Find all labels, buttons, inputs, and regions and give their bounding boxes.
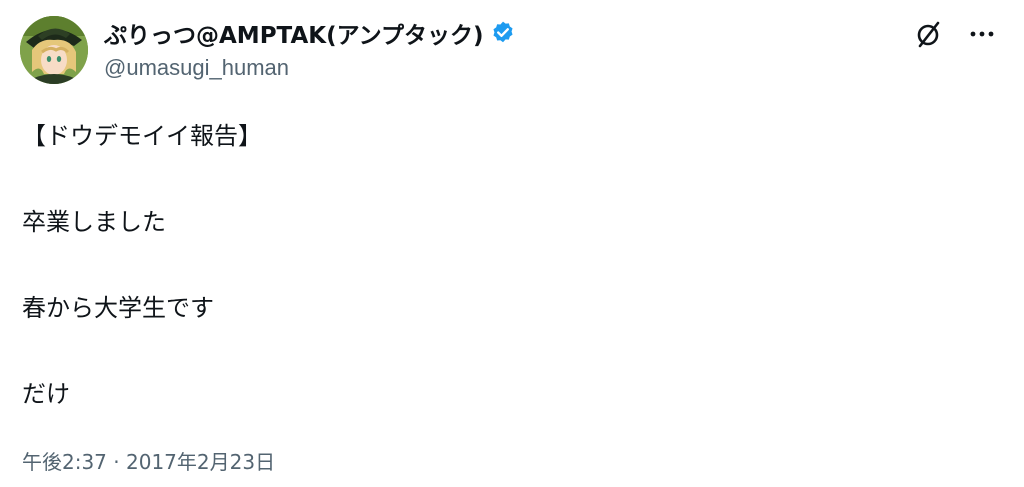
avatar[interactable] [20, 16, 88, 84]
more-dots-icon[interactable] [966, 18, 998, 50]
tweet-line: 春から大学生です [22, 294, 214, 322]
avatar-image [20, 16, 88, 84]
tweet-card: ぷりっつ@AMPTAK(アンプタック) @umasugi_human 【ドウデモ… [0, 0, 1024, 487]
author-display-name[interactable]: ぷりっつ@AMPTAK(アンプタック) [104, 16, 484, 50]
tweet-line: だけ [22, 380, 70, 408]
tweet-time: 午後2:37 [22, 450, 107, 474]
author-name-row: ぷりっつ@AMPTAK(アンプタック) [104, 16, 516, 50]
timestamp-separator: · [113, 450, 120, 474]
tweet-line: 【ドウデモイイ報告】 [22, 122, 262, 150]
slashed-circle-icon[interactable] [912, 18, 944, 50]
tweet-top-actions [912, 18, 998, 50]
tweet-date: 2017年2月23日 [126, 450, 276, 474]
author-handle[interactable]: @umasugi_human [104, 55, 289, 81]
verified-badge-icon [490, 20, 516, 46]
tweet-line: 卒業しました [22, 208, 166, 236]
tweet-timestamp[interactable]: 午後2:37 · 2017年2月23日 [22, 446, 275, 475]
